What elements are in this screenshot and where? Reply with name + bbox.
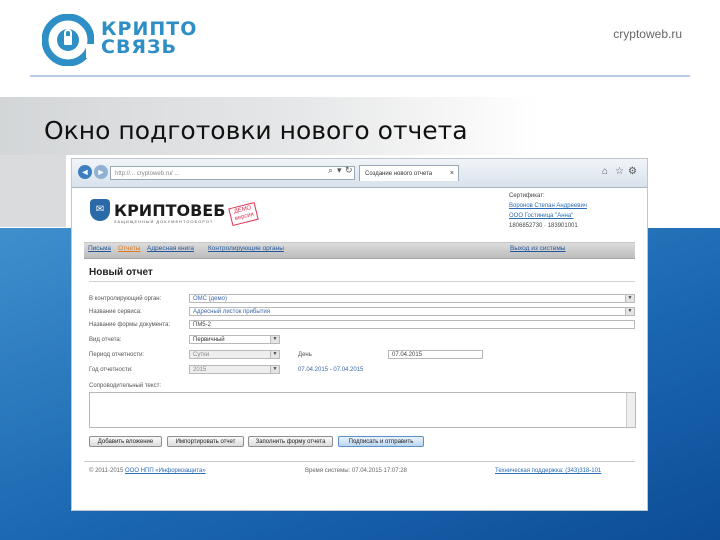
period-label: Период отчетности: [89,352,145,358]
service-value: Адресный листок прибытия [193,309,271,315]
form-divider [89,281,635,282]
site-url: cryptoweb.ru [613,27,682,41]
logo-line-2: СВЯЗЬ [101,36,178,58]
logo-wordmark: КРИПТО СВЯЗЬ [101,20,197,58]
date-range: 07.04.2015 - 07.04.2015 [298,367,364,373]
close-icon[interactable]: × [450,166,454,182]
authority-label: В контролирующий орган: [89,296,162,302]
fill-form-button[interactable]: Заполнить форму отчета [248,436,333,447]
chevron-down-icon: ▼ [270,366,279,373]
star-icon[interactable]: ☆ [615,166,624,177]
arrow-left-icon[interactable]: ◄ [78,165,92,179]
brand-subtitle: ЗАЩИЩЕННЫЙ ДОКУМЕНТООБОРОТ [114,219,214,224]
cover-text-area[interactable] [89,392,636,428]
home-icon[interactable]: ⌂ [602,166,608,177]
report-kind-label: Вид отчета: [89,337,122,343]
certificate-owner-link[interactable]: Воронов Степан Андреевич [509,201,587,211]
menu-item-address-book[interactable]: Адресная книга [147,245,194,252]
menu-item-letters[interactable]: Письма [88,245,111,252]
sign-and-send-button[interactable]: Подписать и отправить [338,436,424,447]
year-value: 2015 [193,367,207,373]
gear-icon[interactable]: ⚙ [628,166,637,177]
lock-icon: ▾ [337,165,342,175]
certificate-numbers: 1806852730 · 183901001 [509,223,578,229]
report-kind-value: Первичный [193,337,225,343]
year-label: Год отчетности: [89,367,133,373]
mail-shield-icon: ✉ [90,199,110,221]
textarea-scrollbar[interactable] [626,393,635,427]
service-select[interactable]: Адресный листок прибытия ▼ [189,307,635,316]
refresh-icon[interactable]: ↻ [345,165,353,176]
menu-item-authorities[interactable]: Контролирующие органы [208,245,284,252]
app-screenshot: ◄ ► http://... cryptoweb.ru/ ... ⌕ ▾ ↻ С… [71,158,648,511]
certificate-org-link[interactable]: ООО Гостиница "Анна" [509,211,587,221]
chevron-down-icon: ▼ [270,351,279,358]
year-select[interactable]: 2015 ▼ [189,365,280,374]
authority-value: ОМС (демо) [193,296,227,302]
address-bar[interactable]: http://... cryptoweb.ru/ ... [110,166,355,180]
arrow-right-icon[interactable]: ► [94,165,108,179]
certificate-label: Сертификат: [509,193,545,199]
form-title: Новый отчет [89,267,153,278]
import-report-button[interactable]: Импортировать отчет [167,436,244,447]
slide-title: Окно подготовки нового отчета [44,116,468,145]
tab-new-report[interactable]: Создание нового отчета × [359,165,459,181]
search-icon[interactable]: ⌕ [328,165,333,176]
period-value: Сутки [193,352,210,358]
slide-header: КРИПТО СВЯЗЬ cryptoweb.ru [0,0,720,96]
service-label: Название сервиса: [89,309,142,315]
cryptosvyaz-logo-icon [42,14,94,66]
report-kind-select[interactable]: Первичный ▼ [189,335,280,344]
certificate-info: Сертификат: Воронов Степан Андреевич ООО… [509,191,587,231]
cover-text-label: Сопроводительный текст: [89,383,161,389]
form-name-label: Название формы документа: [89,322,171,328]
day-field[interactable]: 07.04.2015 [388,350,483,359]
chevron-down-icon: ▼ [625,308,634,315]
add-attachment-button[interactable]: Добавить вложение [89,436,162,447]
footer-divider [84,461,635,462]
day-label: День [298,352,312,358]
browser-toolbar: ◄ ► http://... cryptoweb.ru/ ... ⌕ ▾ ↻ С… [72,159,647,188]
copyright-prefix: © 2011-2015 [89,468,124,474]
main-menu: Письма Отчеты Адресная книга Контролирую… [84,242,635,259]
tab-label: Создание нового отчета [365,171,433,177]
system-time: Время системы: 07.04.2015 17:07:28 [305,468,407,474]
header-divider [30,75,690,77]
decor-gray-block [0,155,66,227]
menu-item-reports[interactable]: Отчеты [118,245,140,252]
logout-link[interactable]: Выход из системы [510,245,565,252]
copyright-link[interactable]: ООО НПП «Информзащита» [125,468,206,474]
period-select[interactable]: Сутки ▼ [189,350,280,359]
chevron-down-icon: ▼ [270,336,279,343]
support-link[interactable]: Техническая поддержка: (343)318-101 [495,468,601,474]
brand-name: КРИПТОВЕБ [114,201,226,220]
form-name-field[interactable]: ПМ5-2 [189,320,635,329]
authority-select[interactable]: ОМС (демо) ▼ [189,294,635,303]
chevron-down-icon: ▼ [625,295,634,302]
demo-badge: ДЕМО версия [228,201,260,227]
footer-copyright: © 2011-2015 ООО НПП «Информзащита» [89,468,206,474]
